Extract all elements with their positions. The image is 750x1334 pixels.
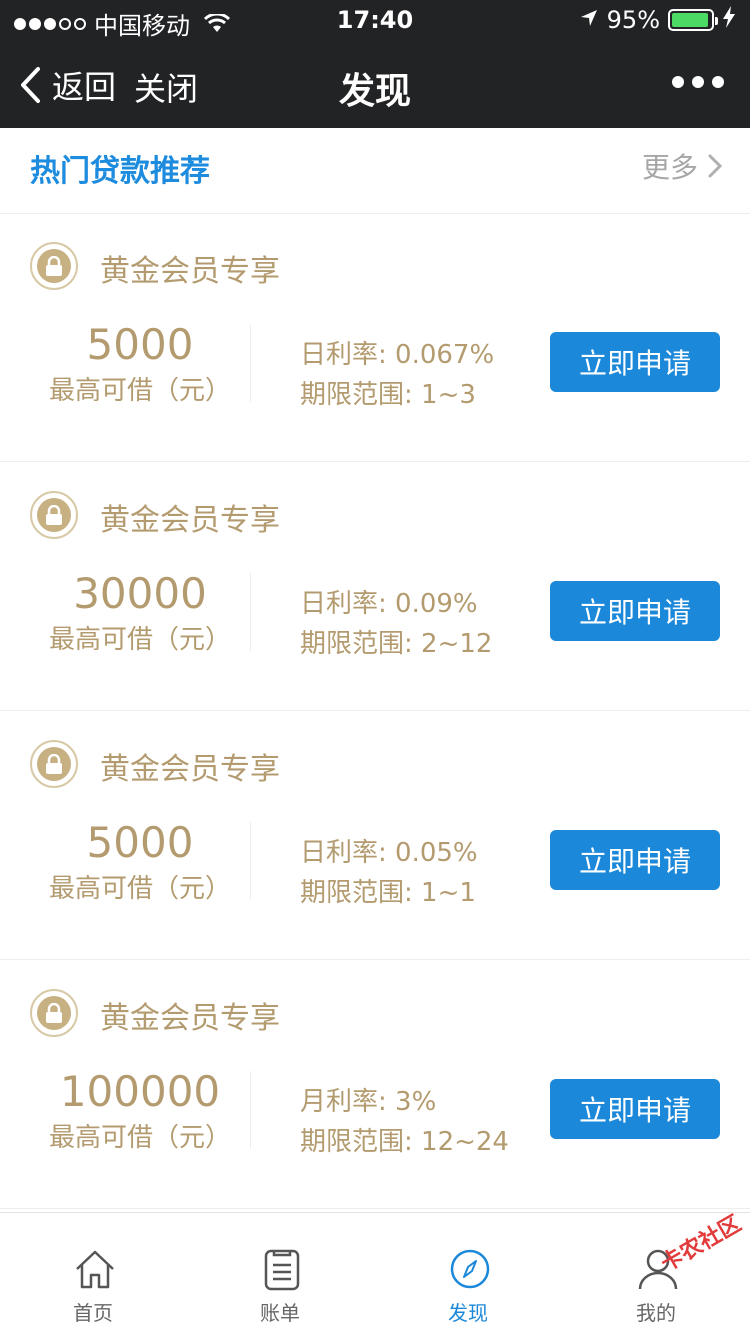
interest-rate: 日利率: 0.05% (300, 838, 478, 868)
apply-button[interactable]: 立即申请 (550, 830, 720, 890)
divider (250, 1071, 251, 1149)
lock-icon (30, 242, 78, 290)
interest-rate: 月利率: 3% (300, 1087, 437, 1117)
vip-label: 黄金会员专享 (100, 503, 280, 538)
term-range: 期限范围: 1~3 (300, 380, 476, 410)
more-link[interactable]: 更多 (642, 146, 722, 186)
max-amount: 100000 (59, 1067, 221, 1116)
loan-card: 黄金会员专享 5000 最高可借（元） 日利率: 0.05% 期限范围: 1~1… (0, 712, 750, 960)
tab-bill[interactable]: 账单 (190, 1213, 370, 1334)
apply-button[interactable]: 立即申请 (550, 581, 720, 641)
max-amount-label: 最高可借（元） (48, 1123, 231, 1153)
lock-icon (30, 989, 78, 1037)
interest-rate: 日利率: 0.09% (300, 589, 478, 619)
vip-label: 黄金会员专享 (100, 254, 280, 289)
section-title: 热门贷款推荐 (30, 154, 210, 189)
term-range: 期限范围: 12~24 (300, 1127, 509, 1157)
vip-label: 黄金会员专享 (100, 752, 280, 787)
max-amount: 30000 (73, 569, 207, 618)
max-amount-label: 最高可借（元） (48, 376, 231, 406)
status-bar: 中国移动 17:40 95% (0, 0, 750, 40)
location-arrow-icon (579, 6, 599, 34)
loan-card: 黄金会员专享 30000 最高可借（元） 日利率: 0.09% 期限范围: 2~… (0, 463, 750, 711)
status-right: 95% (579, 6, 736, 34)
loan-card: 黄金会员专享 5000 最高可借（元） 日利率: 0.067% 期限范围: 1~… (0, 214, 750, 462)
tab-label: 账单 (260, 1301, 300, 1325)
page-title: 发现 (338, 71, 411, 112)
divider (250, 822, 251, 900)
divider (250, 573, 251, 651)
tab-home[interactable]: 首页 (3, 1213, 183, 1334)
vip-label: 黄金会员专享 (100, 1001, 280, 1036)
interest-rate: 日利率: 0.067% (300, 340, 495, 370)
max-amount: 5000 (86, 320, 194, 369)
tab-bar: 首页 账单 发现 我的 (0, 1212, 750, 1334)
tab-label: 我的 (636, 1301, 676, 1325)
compass-icon (450, 1249, 490, 1289)
tab-label: 首页 (73, 1301, 113, 1325)
charging-bolt-icon (722, 6, 736, 34)
more-label: 更多 (641, 151, 698, 184)
tab-discover[interactable]: 发现 (378, 1213, 558, 1334)
home-icon (76, 1250, 114, 1289)
loan-card: 黄金会员专享 100000 最高可借（元） 月利率: 3% 期限范围: 12~2… (0, 961, 750, 1209)
chevron-right-icon (708, 154, 722, 178)
more-options-icon[interactable] (672, 76, 724, 88)
nav-bar: 返回 关闭 发现 (0, 40, 750, 128)
battery-icon (668, 9, 718, 31)
max-amount-label: 最高可借（元） (48, 625, 231, 655)
lock-icon (30, 491, 78, 539)
max-amount-label: 最高可借（元） (48, 874, 231, 904)
divider (250, 324, 251, 402)
term-range: 期限范围: 2~12 (300, 629, 493, 659)
battery-percent: 95% (606, 6, 660, 34)
max-amount: 5000 (86, 818, 194, 867)
tab-label: 发现 (448, 1301, 488, 1325)
section-header: 热门贷款推荐 更多 (0, 128, 750, 214)
apply-button[interactable]: 立即申请 (550, 1079, 720, 1139)
lock-icon (30, 740, 78, 788)
apply-button[interactable]: 立即申请 (550, 332, 720, 392)
term-range: 期限范围: 1~1 (300, 878, 476, 908)
top-bar: 中国移动 17:40 95% 返回 关闭 发现 (0, 0, 750, 128)
bill-icon (264, 1249, 300, 1291)
